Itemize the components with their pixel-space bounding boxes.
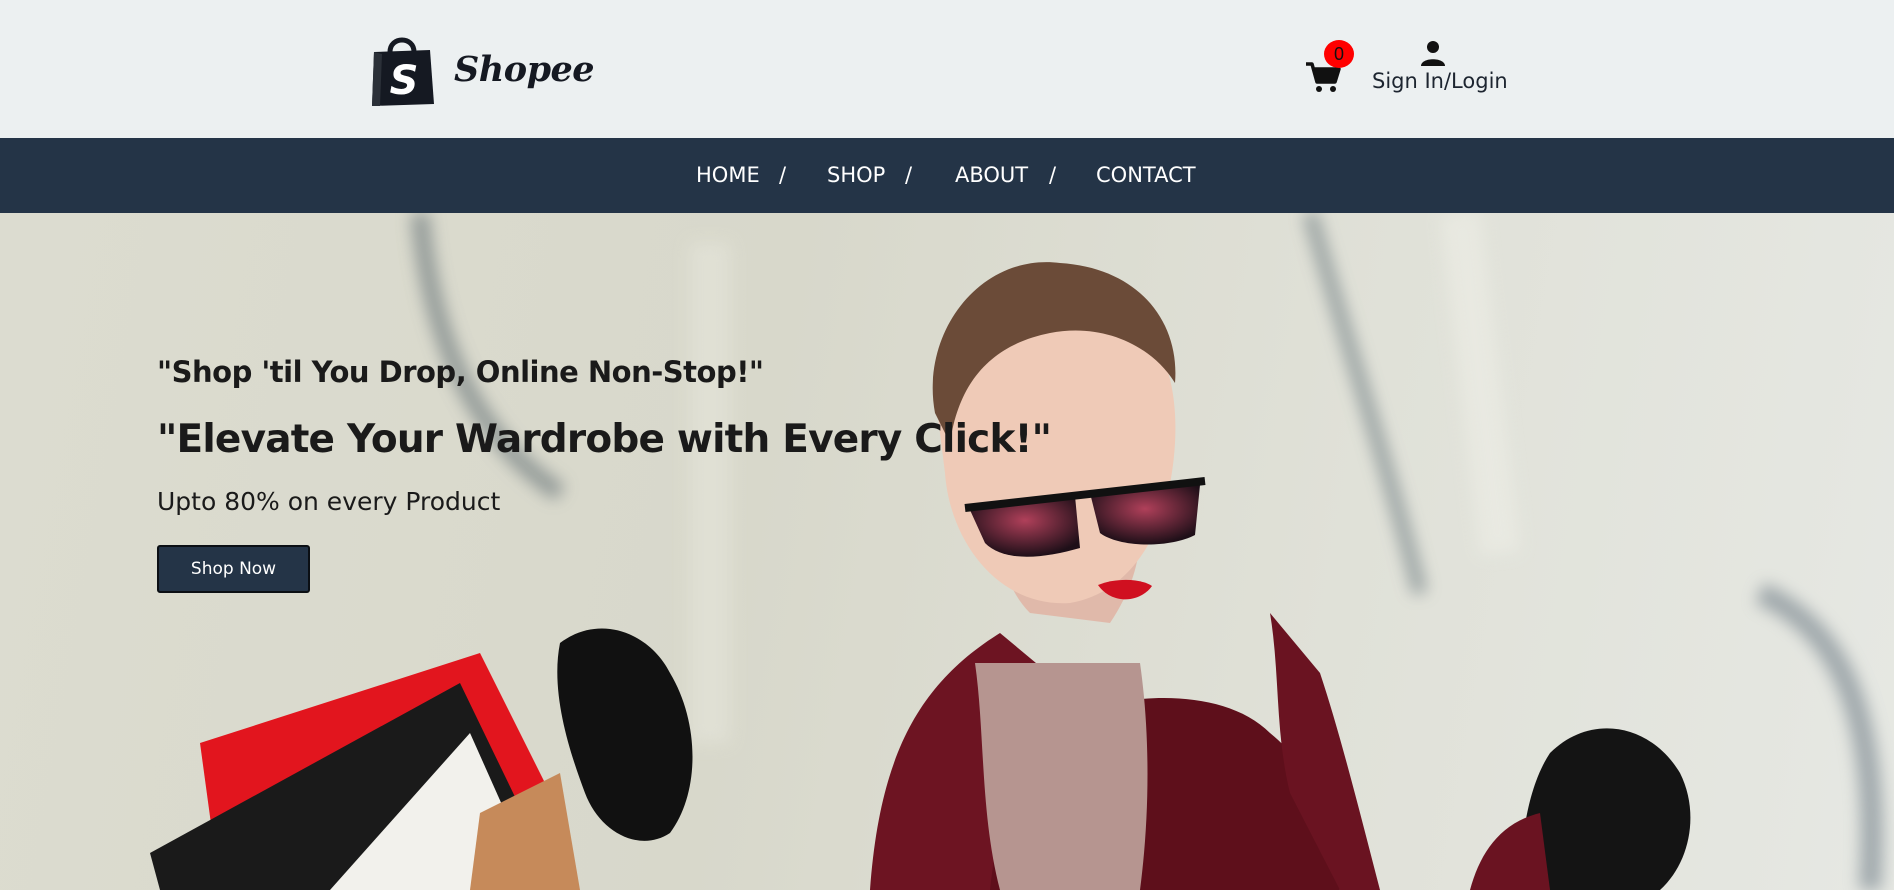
nav-separator: / — [905, 163, 913, 187]
brand-logo[interactable]: S Shopee — [368, 30, 595, 108]
logo-letter: S — [390, 58, 419, 104]
shop-now-button[interactable]: Shop Now — [157, 545, 310, 593]
shopping-bag-logo-icon: S — [372, 37, 434, 106]
brand-name: Shopee — [454, 48, 595, 90]
main-nav: HOME / SHOP / ABOUT / CONTACT — [0, 138, 1894, 213]
hero-tagline: "Shop 'til You Drop, Online Non-Stop!" — [157, 355, 764, 389]
sign-in-label: Sign In/Login — [1372, 69, 1508, 93]
nav-item-contact[interactable]: CONTACT — [1096, 138, 1196, 213]
nav-separator: / — [779, 163, 787, 187]
nav-item-about[interactable]: ABOUT — [955, 138, 1028, 213]
nav-item-home[interactable]: HOME — [696, 138, 760, 213]
hero-headline: "Elevate Your Wardrobe with Every Click!… — [157, 417, 1052, 462]
user-icon — [1421, 41, 1445, 66]
hero-offer: Upto 80% on every Product — [157, 487, 501, 516]
sign-in-link[interactable]: Sign In/Login — [1372, 40, 1508, 93]
nav-item-shop[interactable]: SHOP — [827, 138, 885, 213]
cart-count-badge: 0 — [1324, 40, 1354, 68]
nav-separator: / — [1049, 163, 1057, 187]
site-header: S Shopee 0 Sign In/Login — [0, 0, 1894, 138]
hero-banner: "Shop 'til You Drop, Online Non-Stop!" "… — [0, 213, 1894, 890]
